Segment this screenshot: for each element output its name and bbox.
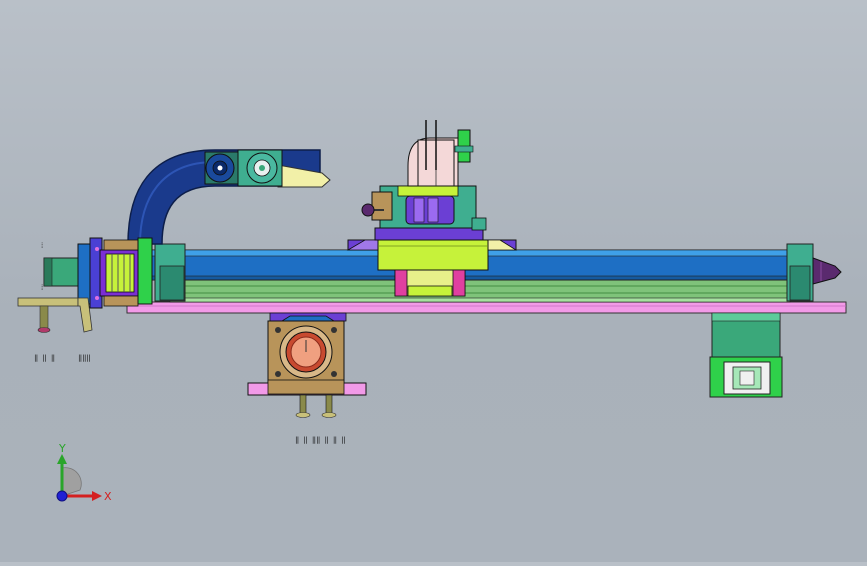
cad-model-view[interactable]: ‖ ‖ ‖ ‖‖‖ ⁞ ⁞ ‖ ‖ ‖‖ ‖ ‖ ‖ Y X bbox=[0, 0, 867, 562]
left-pipe-fitting[interactable] bbox=[17, 297, 93, 333]
base-plate[interactable] bbox=[126, 301, 847, 314]
svg-text:‖ ‖ ‖: ‖ ‖ ‖ bbox=[34, 354, 55, 362]
cad-viewport[interactable]: ‖ ‖ ‖ ‖‖‖ ⁞ ⁞ ‖ ‖ ‖‖ ‖ ‖ ‖ Y X bbox=[0, 0, 867, 562]
left-drive-assembly[interactable] bbox=[43, 237, 153, 309]
y-axis-label: Y bbox=[58, 442, 66, 455]
z-axis-origin-icon bbox=[56, 490, 68, 502]
svg-text:⁞: ⁞ bbox=[40, 284, 44, 292]
annotation-marks-center: ‖ ‖ ‖‖ ‖ ‖ ‖ bbox=[295, 436, 346, 444]
chain-pulley-right[interactable] bbox=[237, 149, 283, 187]
end-cone[interactable] bbox=[812, 257, 842, 285]
axis-triad[interactable]: Y X bbox=[56, 442, 112, 503]
svg-text:‖‖‖: ‖‖‖ bbox=[78, 354, 91, 362]
right-lower-motor[interactable] bbox=[709, 312, 783, 398]
center-lower-motor[interactable] bbox=[247, 312, 367, 418]
x-axis-label: X bbox=[104, 490, 112, 503]
svg-text:‖ ‖ ‖‖ ‖ ‖ ‖: ‖ ‖ ‖‖ ‖ ‖ ‖ bbox=[295, 436, 346, 444]
svg-text:⁞: ⁞ bbox=[40, 242, 44, 250]
chain-pulley-left[interactable] bbox=[204, 151, 240, 185]
right-end-block[interactable] bbox=[786, 243, 814, 302]
left-end-block[interactable] bbox=[154, 243, 186, 302]
tool-head[interactable] bbox=[371, 120, 487, 241]
